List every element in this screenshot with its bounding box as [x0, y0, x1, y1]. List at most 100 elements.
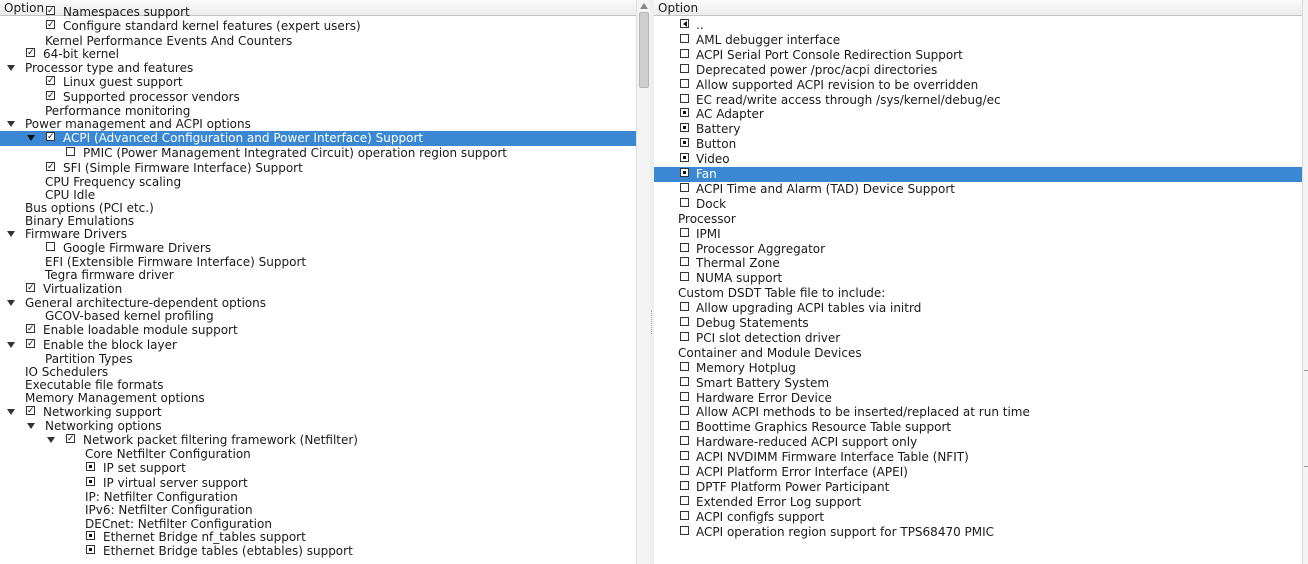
list-row-extended-error-log-support[interactable]: Extended Error Log support	[654, 495, 1302, 509]
tree-row-binary-emulations[interactable]: Binary Emulations	[0, 214, 636, 228]
list-row-smart-battery-system[interactable]: Smart Battery System	[654, 376, 1302, 390]
list-row-button[interactable]: Button	[654, 137, 1302, 151]
checkbox-icon[interactable]	[680, 436, 689, 445]
back-arrow-icon[interactable]	[680, 19, 689, 28]
checkbox-icon[interactable]	[26, 48, 35, 57]
tree-row-networking-options[interactable]: Networking options	[0, 419, 636, 433]
checkbox-icon[interactable]	[680, 79, 689, 88]
checkbox-icon[interactable]	[680, 64, 689, 73]
tree-row-firmware-drivers[interactable]: Firmware Drivers	[0, 227, 636, 241]
tree-row-pmic-power-management-integrated-circuit[interactable]: PMIC (Power Management Integrated Circui…	[0, 146, 636, 160]
tree-row-enable-the-block-layer[interactable]: Enable the block layer	[0, 338, 636, 352]
list-row-allow-acpi-methods-to-be-inserted-replac[interactable]: Allow ACPI methods to be inserted/replac…	[654, 405, 1302, 419]
checkbox-icon[interactable]	[680, 362, 689, 371]
list-row-debug-statements[interactable]: Debug Statements	[654, 316, 1302, 330]
tree-row-core-netfilter-configuration[interactable]: Core Netfilter Configuration	[0, 447, 636, 461]
tree-row-acpi-advanced-configuration-and-power-in[interactable]: ACPI (Advanced Configuration and Power I…	[0, 131, 636, 146]
checkbox-icon[interactable]	[680, 228, 689, 237]
tree-row-general-architecture-dependent-options[interactable]: General architecture-dependent options	[0, 296, 636, 310]
tree-row-tegra-firmware-driver[interactable]: Tegra firmware driver	[0, 268, 636, 282]
checkbox-icon[interactable]	[26, 283, 35, 292]
expand-arrow-icon[interactable]	[7, 409, 15, 415]
list-row-ipmi[interactable]: IPMI	[654, 227, 1302, 241]
option-list-pane[interactable]: Option .. AML debugger interface ACPI Seri…	[654, 0, 1302, 564]
tree-row-64-bit-kernel[interactable]: 64-bit kernel	[0, 47, 636, 61]
list-row-custom-dsdt-table-file-to-include[interactable]: Custom DSDT Table file to include:	[654, 286, 1302, 300]
tree-row-ethernet-bridge-tables-ebtables-support[interactable]: Ethernet Bridge tables (ebtables) suppor…	[0, 544, 636, 558]
tree-row-virtualization[interactable]: Virtualization	[0, 282, 636, 296]
checkbox-icon[interactable]	[26, 324, 35, 333]
tree-row-kernel-performance-events-and-counters[interactable]: Kernel Performance Events And Counters	[0, 34, 636, 48]
checkbox-icon[interactable]	[66, 434, 75, 443]
list-row-video[interactable]: Video	[654, 152, 1302, 166]
tree-row-linux-guest-support[interactable]: Linux guest support	[0, 75, 636, 89]
list-row-numa-support[interactable]: NUMA support	[654, 271, 1302, 285]
tree-row-bus-options-pci-etc[interactable]: Bus options (PCI etc.)	[0, 201, 636, 215]
checkbox-icon[interactable]	[680, 496, 689, 505]
checkbox-icon[interactable]	[680, 198, 689, 207]
checkbox-icon[interactable]	[26, 406, 35, 415]
list-row-acpi-serial-port-console-redirection-sup[interactable]: ACPI Serial Port Console Redirection Sup…	[654, 48, 1302, 62]
module-checkbox-icon[interactable]	[680, 168, 689, 177]
list-row-acpi-nvdimm-firmware-interface-table-nfi[interactable]: ACPI NVDIMM Firmware Interface Table (NF…	[654, 450, 1302, 464]
list-row-processor-aggregator[interactable]: Processor Aggregator	[654, 242, 1302, 256]
list-row-hardware-reduced-acpi-support-only[interactable]: Hardware-reduced ACPI support only	[654, 435, 1302, 449]
list-row-allow-upgrading-acpi-tables-via-initrd[interactable]: Allow upgrading ACPI tables via initrd	[654, 301, 1302, 315]
tree-row-partition-types[interactable]: Partition Types	[0, 352, 636, 366]
list-row-memory-hotplug[interactable]: Memory Hotplug	[654, 361, 1302, 375]
tree-scrollbar[interactable]	[636, 0, 650, 564]
tree-row-power-management-and-acpi-options[interactable]: Power management and ACPI options	[0, 117, 636, 131]
list-row-hardware-error-device[interactable]: Hardware Error Device	[654, 391, 1302, 405]
checkbox-icon[interactable]	[680, 481, 689, 490]
checkbox-icon[interactable]	[46, 91, 55, 100]
tree-row-gcov-based-kernel-profiling[interactable]: GCOV-based kernel profiling	[0, 309, 636, 323]
tree-row-ip-virtual-server-support[interactable]: IP virtual server support	[0, 476, 636, 490]
scroll-thumb[interactable]	[639, 12, 649, 88]
module-checkbox-icon[interactable]	[86, 531, 95, 540]
expand-arrow-icon[interactable]	[7, 65, 15, 71]
list-row-boottime-graphics-resource-table-support[interactable]: Boottime Graphics Resource Table support	[654, 420, 1302, 434]
tree-row-supported-processor-vendors[interactable]: Supported processor vendors	[0, 90, 636, 104]
list-row-container-and-module-devices[interactable]: Container and Module Devices	[654, 346, 1302, 360]
tree-row-cpu-frequency-scaling[interactable]: CPU Frequency scaling	[0, 175, 636, 189]
expand-arrow-icon[interactable]	[47, 437, 55, 443]
tree-row-namespaces-support[interactable]: Namespaces support	[0, 5, 636, 19]
module-checkbox-icon[interactable]	[86, 477, 95, 486]
tree-row-ethernet-bridge-nf-tables-support[interactable]: Ethernet Bridge nf_tables support	[0, 530, 636, 544]
checkbox-icon[interactable]	[46, 6, 55, 15]
checkbox-icon[interactable]	[680, 243, 689, 252]
list-row-ac-adapter[interactable]: AC Adapter	[654, 107, 1302, 121]
checkbox-icon[interactable]	[66, 147, 75, 156]
module-checkbox-icon[interactable]	[86, 462, 95, 471]
tree-row-memory-management-options[interactable]: Memory Management options	[0, 391, 636, 405]
tree-row-ipv6-netfilter-configuration[interactable]: IPv6: Netfilter Configuration	[0, 503, 636, 517]
checkbox-icon[interactable]	[26, 339, 35, 348]
tree-row-efi-extensible-firmware-interface-suppor[interactable]: EFI (Extensible Firmware Interface) Supp…	[0, 255, 636, 269]
list-row-acpi-platform-error-interface-apei[interactable]: ACPI Platform Error Interface (APEI)	[654, 465, 1302, 479]
checkbox-icon[interactable]	[46, 242, 55, 251]
expand-arrow-icon[interactable]	[27, 135, 35, 141]
checkbox-icon[interactable]	[680, 451, 689, 460]
checkbox-icon[interactable]	[680, 421, 689, 430]
checkbox-icon[interactable]	[680, 302, 689, 311]
tree-row-configure-standard-kernel-features-exper[interactable]: Configure standard kernel features (expe…	[0, 19, 636, 33]
tree-row-cpu-idle[interactable]: CPU Idle	[0, 188, 636, 202]
checkbox-icon[interactable]	[680, 377, 689, 386]
option-list-column-header[interactable]: Option	[654, 0, 1302, 16]
checkbox-icon[interactable]	[46, 20, 55, 29]
module-checkbox-icon[interactable]	[680, 108, 689, 117]
expand-arrow-icon[interactable]	[7, 231, 15, 237]
tree-row-networking-support[interactable]: Networking support	[0, 405, 636, 419]
tree-row-enable-loadable-module-support[interactable]: Enable loadable module support	[0, 323, 636, 337]
tree-row-google-firmware-drivers[interactable]: Google Firmware Drivers	[0, 241, 636, 255]
checkbox-icon[interactable]	[680, 317, 689, 326]
expand-arrow-icon[interactable]	[7, 121, 15, 127]
checkbox-icon[interactable]	[680, 332, 689, 341]
tree-row-ip-set-support[interactable]: IP set support	[0, 461, 636, 475]
list-row-pci-slot-detection-driver[interactable]: PCI slot detection driver	[654, 331, 1302, 345]
list-row-ec-read-write-access-through-sys-kernel-[interactable]: EC read/write access through /sys/kernel…	[654, 93, 1302, 107]
list-row-aml-debugger-interface[interactable]: AML debugger interface	[654, 33, 1302, 47]
tree-row-ip-netfilter-configuration[interactable]: IP: Netfilter Configuration	[0, 490, 636, 504]
checkbox-icon[interactable]	[680, 94, 689, 103]
list-row-acpi-configfs-support[interactable]: ACPI configfs support	[654, 510, 1302, 524]
